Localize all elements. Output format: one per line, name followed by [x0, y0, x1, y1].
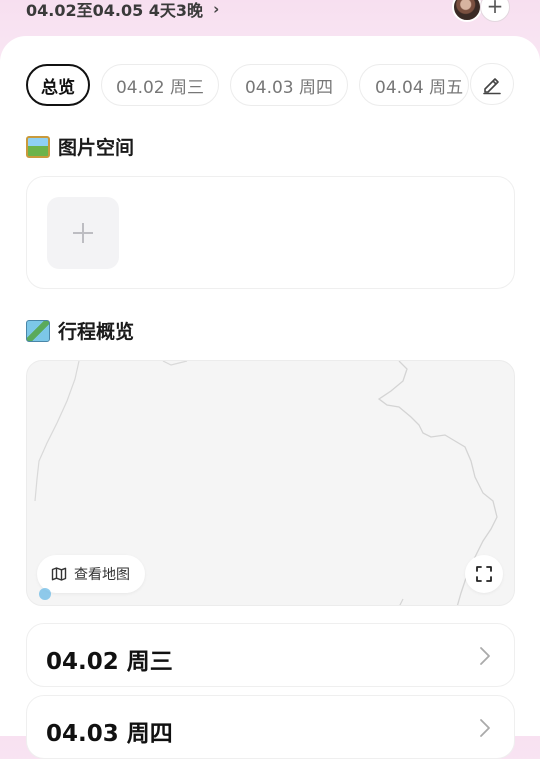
photo-space-title: 图片空间: [26, 133, 134, 160]
top-bar: 04.02至04.05 4天3晚 › +: [0, 0, 540, 36]
map-emoji-icon: [26, 319, 50, 342]
add-photo-button[interactable]: [47, 197, 119, 269]
itinerary-map[interactable]: 查看地图: [26, 360, 515, 606]
pencil-icon: [483, 78, 501, 95]
view-map-button[interactable]: 查看地图: [37, 555, 145, 593]
add-member-button[interactable]: +: [480, 0, 510, 22]
photo-space-card: [26, 176, 515, 289]
tab-day-3[interactable]: 04.04 周五: [359, 64, 469, 106]
day-tabs: 总览 04.02 周三 04.03 周四 04.04 周五: [26, 63, 469, 107]
trip-sheet: 总览 04.02 周三 04.03 周四 04.04 周五 图片空间 行程概览: [0, 36, 540, 759]
plus-icon: [73, 223, 93, 243]
fullscreen-button[interactable]: [465, 555, 503, 593]
day-card-1[interactable]: 04.02 周三: [26, 623, 515, 687]
edit-button[interactable]: [470, 63, 514, 105]
trip-range-text: 04.02至04.05 4天3晚: [26, 1, 204, 20]
map-icon: [51, 567, 67, 581]
chevron-right-icon: ›: [213, 0, 220, 18]
trip-date-range[interactable]: 04.02至04.05 4天3晚 ›: [26, 0, 219, 21]
map-provider-logo: [39, 588, 51, 600]
itinerary-overview-title: 行程概览: [26, 317, 134, 344]
tab-day-1[interactable]: 04.02 周三: [101, 64, 219, 106]
chevron-right-icon: [480, 719, 490, 737]
tab-day-2[interactable]: 04.03 周四: [230, 64, 348, 106]
day-card-label: 04.02 周三: [46, 649, 173, 675]
tab-overview[interactable]: 总览: [26, 64, 90, 106]
picture-icon: [26, 135, 50, 158]
chevron-right-icon: [480, 647, 490, 665]
photo-space-label: 图片空间: [58, 137, 135, 159]
day-card-label: 04.03 周四: [46, 721, 173, 747]
day-card-2[interactable]: 04.03 周四: [26, 695, 515, 759]
avatar[interactable]: [452, 0, 482, 22]
view-map-label: 查看地图: [74, 567, 130, 583]
fullscreen-icon: [476, 566, 492, 582]
itinerary-overview-label: 行程概览: [58, 321, 135, 343]
